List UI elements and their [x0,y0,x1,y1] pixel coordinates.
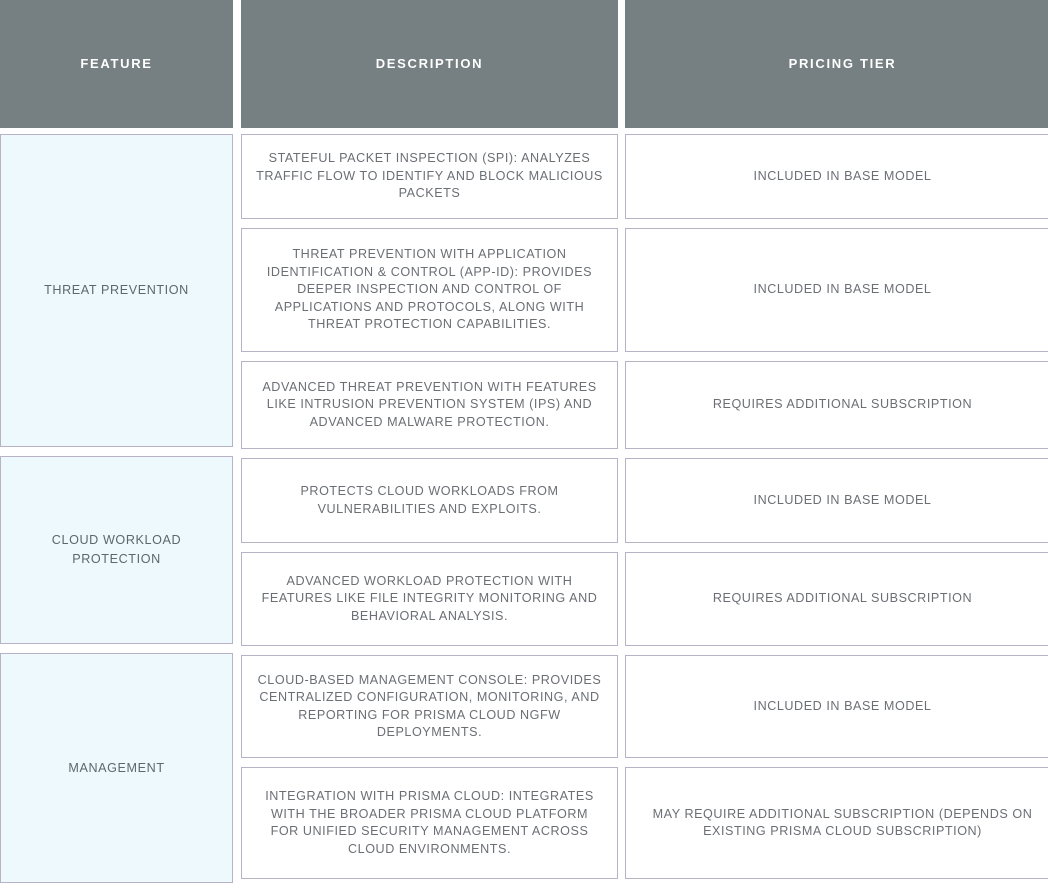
feature-cell-label: Management [68,760,165,775]
column-header-feature-label: Feature [80,56,153,72]
feature-cell-threat-prevention: Threat Prevention [0,134,233,447]
feature-cell-label: Cloud Workload Protection [51,533,182,566]
pricing-tier-cell: Included in base model [625,458,1048,543]
column-header-description-label: Description [375,56,484,72]
column-header-pricing-tier-label: Pricing Tier [788,56,897,72]
feature-comparison-table: Feature Description Pricing Tier Threat … [0,0,1048,883]
description-cell-text: Advanced workload protection with featur… [261,573,598,623]
description-cell: Advanced workload protection with featur… [241,552,618,646]
feature-column: Threat Prevention Cloud Workload Protect… [0,128,233,892]
description-cell: Integration with Prisma Cloud: Integrate… [241,767,618,879]
column-header-feature: Feature [0,0,233,128]
pricing-tier-cell-text: May require additional subscription (dep… [652,806,1033,839]
description-cell-text: Threat Prevention with Application Ident… [266,247,593,332]
pricing-tier-cell-text: Included in base model [753,492,932,507]
column-header-description: Description [241,0,618,128]
pricing-tier-cell-text: Requires additional subscription [712,397,973,412]
feature-cell-label: Threat Prevention [44,283,189,297]
description-cell-text: Cloud-based management console: Provides… [257,672,602,740]
pricing-tier-cell: Requires additional subscription [625,361,1048,449]
pricing-tier-column: Included in base model Included in base … [625,128,1048,888]
pricing-tier-cell: Included in base model [625,228,1048,352]
feature-cell-cloud-workload-protection: Cloud Workload Protection [0,456,233,644]
description-cell: Protects cloud workloads from vulnerabil… [241,458,618,543]
pricing-tier-cell: Requires additional subscription [625,552,1048,646]
pricing-tier-cell: May require additional subscription (dep… [625,767,1048,879]
feature-cell-management: Management [0,653,233,883]
pricing-tier-cell: Included in base model [625,655,1048,758]
description-cell: Cloud-based management console: Provides… [241,655,618,758]
pricing-tier-cell-text: Included in base model [753,282,932,297]
pricing-tier-cell-text: Requires additional subscription [712,591,973,606]
description-cell-text: Integration with Prisma Cloud: Integrate… [265,789,594,856]
description-column: Stateful Packet Inspection (SPI): Analyz… [241,128,618,888]
table-body: Threat Prevention Cloud Workload Protect… [0,128,1048,892]
table-header-row: Feature Description Pricing Tier [0,0,1048,128]
description-cell-text: Protects cloud workloads from vulnerabil… [300,484,559,516]
description-cell: Threat Prevention with Application Ident… [241,228,618,352]
pricing-tier-cell: Included in base model [625,134,1048,219]
pricing-tier-cell-text: Included in base model [753,168,932,183]
column-header-pricing-tier: Pricing Tier [625,0,1048,128]
description-cell: Advanced Threat Prevention with features… [241,361,618,449]
description-cell-text: Advanced Threat Prevention with features… [262,379,597,429]
pricing-tier-cell-text: Included in base model [753,698,932,713]
description-cell: Stateful Packet Inspection (SPI): Analyz… [241,134,618,219]
description-cell-text: Stateful Packet Inspection (SPI): Analyz… [256,151,603,201]
